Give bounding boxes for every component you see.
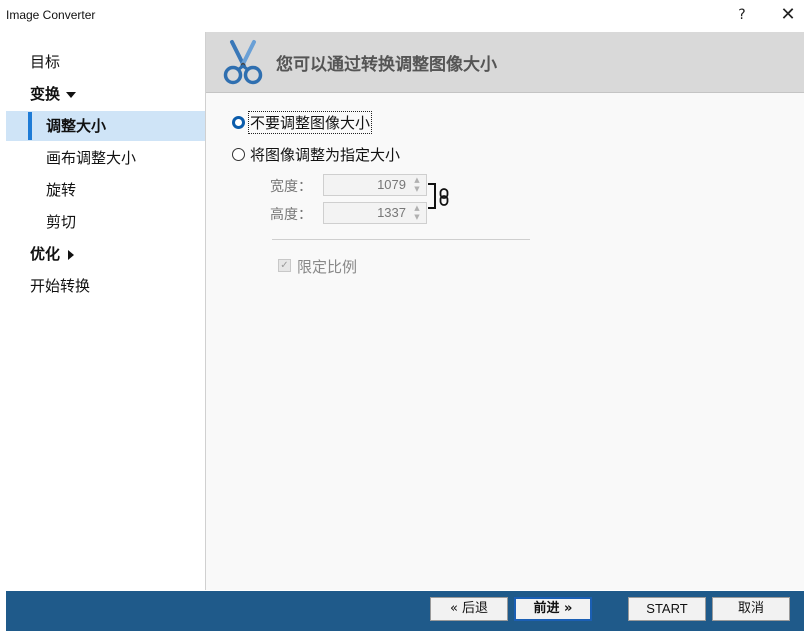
- sidebar-item-canvas-resize[interactable]: 画布调整大小: [6, 143, 205, 173]
- sidebar-item-transform[interactable]: 变换: [6, 79, 205, 109]
- sidebar-item-rotate[interactable]: 旋转: [6, 175, 205, 205]
- divider: [272, 239, 530, 240]
- link-bracket: [428, 183, 436, 209]
- spin-up-icon[interactable]: ▲: [410, 204, 424, 213]
- sidebar-item-label: 旋转: [46, 181, 77, 199]
- keep-ratio-label[interactable]: 限定比例: [297, 256, 357, 277]
- sidebar-item-label: 变换: [30, 79, 77, 109]
- sidebar-item-label: 画布调整大小: [46, 149, 137, 167]
- resize-to-radio[interactable]: [232, 148, 245, 161]
- sidebar-item-target[interactable]: 目标: [6, 47, 205, 77]
- no-resize-label[interactable]: 不要调整图像大小: [247, 111, 373, 134]
- sidebar-item-crop[interactable]: 剪切: [6, 207, 205, 237]
- sidebar-item-resize[interactable]: 调整大小: [6, 111, 205, 141]
- keep-ratio-checkbox[interactable]: ✓: [278, 259, 291, 272]
- window-title: Image Converter: [6, 8, 96, 22]
- sidebar-item-label: 开始转换: [30, 277, 91, 295]
- next-button[interactable]: 前进 »: [514, 597, 592, 621]
- no-resize-radio[interactable]: [232, 116, 245, 129]
- scissors-icon: [223, 40, 263, 85]
- spin-down-icon[interactable]: ▼: [410, 185, 424, 194]
- sidebar-item-label: 目标: [30, 53, 61, 71]
- resize-to-label[interactable]: 将图像调整为指定大小: [250, 144, 400, 165]
- caret-right-icon: [68, 249, 75, 260]
- sidebar-item-optimize[interactable]: 优化: [6, 239, 205, 269]
- sidebar-item-label: 调整大小: [46, 117, 107, 135]
- spin-up-icon[interactable]: ▲: [410, 176, 424, 185]
- sidebar: 目标 变换 调整大小 画布调整大小 旋转 剪切 优化 开始转换: [6, 32, 206, 590]
- sidebar-item-label: 优化: [30, 239, 75, 269]
- page-title: 您可以通过转换调整图像大小: [276, 55, 497, 75]
- title-bar: Image Converter ? ✕: [0, 0, 810, 32]
- selection-indicator: [28, 112, 32, 140]
- content-panel: 您可以通过转换调整图像大小 不要调整图像大小 将图像调整为指定大小 宽度： 10…: [206, 32, 804, 590]
- height-label: 高度：: [270, 207, 312, 223]
- image-converter-window: Image Converter ? ✕ 目标 变换 调整大小 画布调整大小 旋转…: [0, 0, 810, 636]
- spin-down-icon[interactable]: ▼: [410, 213, 424, 222]
- start-button[interactable]: START: [628, 597, 706, 621]
- height-value: 1337: [377, 205, 406, 220]
- caret-down-icon: [66, 91, 77, 98]
- width-label: 宽度：: [270, 179, 312, 195]
- width-value: 1079: [377, 177, 406, 192]
- help-button[interactable]: ?: [733, 5, 751, 25]
- sidebar-item-start-convert[interactable]: 开始转换: [6, 271, 205, 301]
- page-header: 您可以通过转换调整图像大小: [206, 32, 804, 93]
- sidebar-item-label: 剪切: [46, 213, 77, 231]
- footer-bar: « 后退 前进 » START 取消: [6, 591, 804, 631]
- width-input[interactable]: 1079 ▲ ▼: [323, 174, 427, 196]
- back-button[interactable]: « 后退: [430, 597, 508, 621]
- close-button[interactable]: ✕: [778, 5, 798, 25]
- height-input[interactable]: 1337 ▲ ▼: [323, 202, 427, 224]
- cancel-button[interactable]: 取消: [712, 597, 790, 621]
- chain-link-icon[interactable]: [438, 187, 450, 207]
